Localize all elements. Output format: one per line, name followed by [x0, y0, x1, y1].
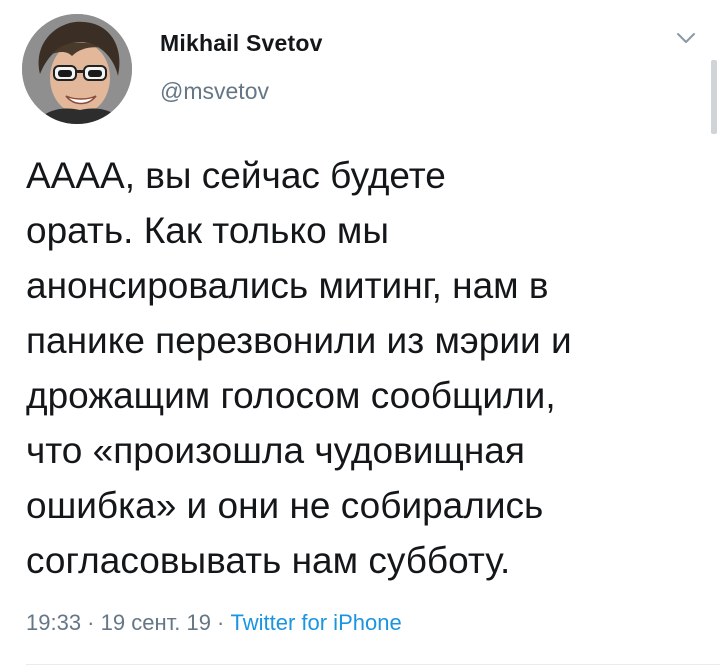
tweet-metadata: 19:33 · 19 сент. 19 · Twitter for iPhone: [26, 610, 402, 636]
tweet-text: АААА, вы сейчас будете орать. Как только…: [26, 148, 696, 588]
scrollbar[interactable]: [711, 60, 717, 134]
tweet-text-line: анонсировались митинг, нам в: [26, 265, 549, 306]
tweet-text-line: орать. Как только мы: [26, 210, 389, 251]
separator: ·: [210, 610, 231, 635]
avatar[interactable]: [22, 14, 132, 124]
tweet-date[interactable]: 19 сент. 19: [101, 610, 211, 635]
chevron-down-icon[interactable]: [674, 26, 698, 50]
tweet-card: Mikhail Svetov @msvetov АААА, вы сейчас …: [0, 0, 720, 670]
tweet-source-link[interactable]: Twitter for iPhone: [231, 610, 402, 635]
tweet-text-line: АААА, вы сейчас будете: [26, 155, 446, 196]
tweet-text-line: ошибка» и они не собирались: [26, 485, 544, 526]
author-handle[interactable]: @msvetov: [160, 78, 269, 105]
author-name[interactable]: Mikhail Svetov: [160, 30, 323, 57]
separator: ·: [81, 610, 101, 635]
tweet-text-line: что «произошла чудовищная: [26, 430, 525, 471]
tweet-text-line: дрожащим голосом сообщили,: [26, 375, 556, 416]
tweet-time[interactable]: 19:33: [26, 610, 81, 635]
tweet-text-line: согласовывать нам субботу.: [26, 540, 511, 581]
divider: [26, 664, 720, 665]
tweet-text-line: панике перезвонили из мэрии и: [26, 320, 572, 361]
